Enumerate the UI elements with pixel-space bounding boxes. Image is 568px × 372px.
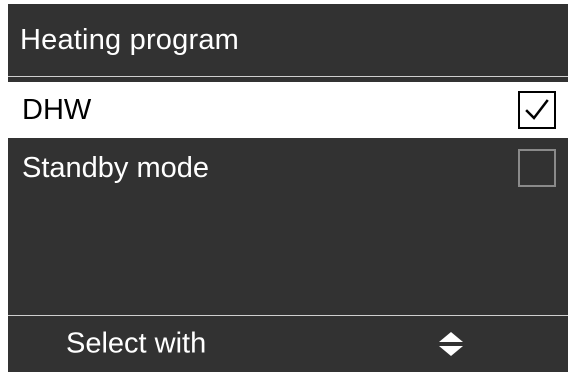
list-item-dhw[interactable]: DHW	[8, 82, 568, 138]
standby-mode-checkbox[interactable]	[518, 149, 556, 187]
list-item-label: DHW	[22, 93, 92, 126]
list-item-label: Standby mode	[22, 151, 210, 184]
footer: Select with	[8, 316, 568, 372]
up-down-arrows-icon	[439, 332, 463, 356]
device-screen: Heating program DHW Standby mode Select …	[8, 4, 568, 372]
page-title: Heating program	[20, 23, 239, 56]
footer-hint: Select with	[66, 327, 207, 360]
checkmark-icon	[525, 99, 549, 120]
header: Heating program	[8, 4, 568, 76]
list-item-standby-mode[interactable]: Standby mode	[8, 140, 568, 196]
option-list: DHW Standby mode	[8, 82, 568, 196]
header-divider	[8, 76, 568, 77]
dhw-checkbox[interactable]	[518, 91, 556, 129]
